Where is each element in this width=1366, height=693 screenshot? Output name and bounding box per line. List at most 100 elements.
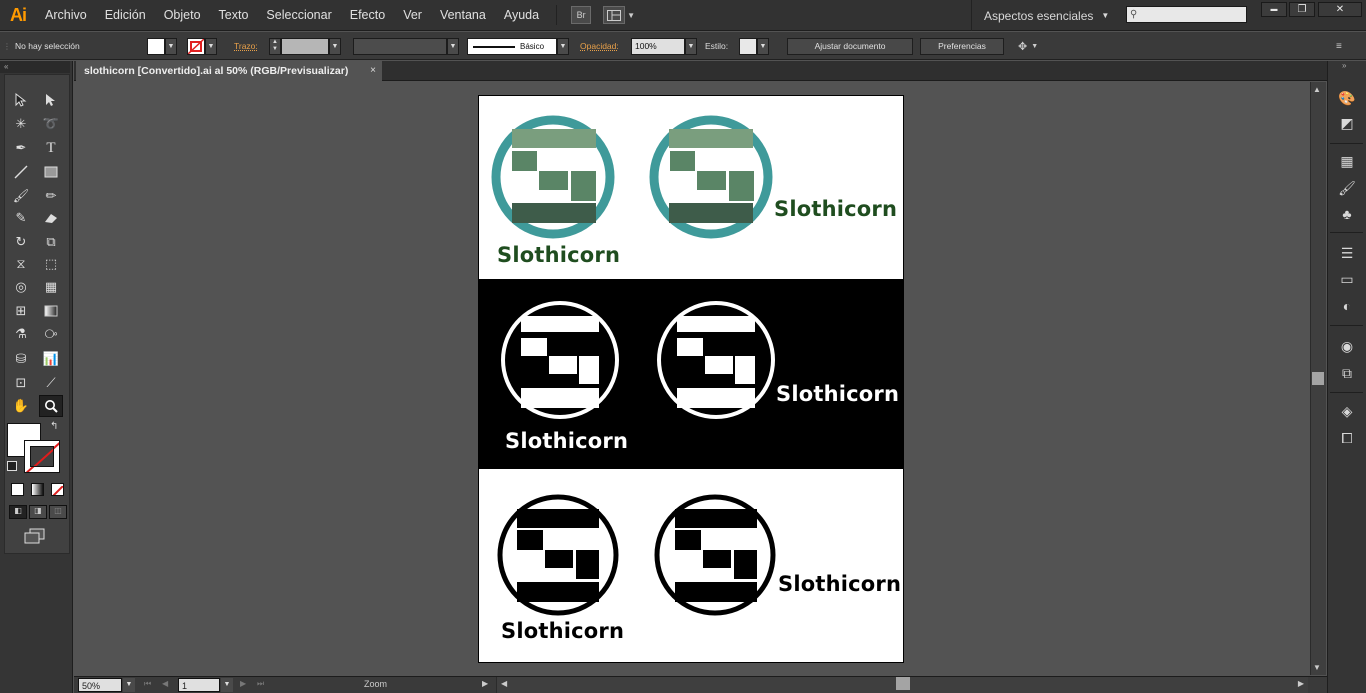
width-tool-icon[interactable]: ⧖	[9, 253, 33, 275]
transparency-panel-icon[interactable]: ◐	[1335, 295, 1359, 317]
stroke-weight-stepper[interactable]: ▲ ▼	[269, 37, 281, 55]
stroke-weight-control[interactable]: ▲ ▼ ▼	[269, 32, 341, 60]
zoom-level-field[interactable]: 50%	[78, 678, 122, 692]
chevron-down-icon[interactable]: ▼	[757, 37, 769, 55]
close-button[interactable]: ✕	[1318, 2, 1362, 17]
rectangle-tool-icon[interactable]	[39, 161, 63, 183]
wordmark-color-2[interactable]: Slothicorn	[774, 197, 897, 221]
pen-tool-icon[interactable]: ✒	[9, 137, 33, 159]
draw-inside-icon[interactable]: ◫	[49, 505, 67, 519]
symbol-sprayer-tool-icon[interactable]: ⛁	[9, 348, 33, 370]
previous-artboard-icon[interactable]: ◀	[162, 679, 168, 688]
gradient-panel-icon[interactable]: ▭	[1335, 268, 1359, 290]
wordmark-inverse-2[interactable]: Slothicorn	[776, 382, 899, 406]
menu-seleccionar[interactable]: Seleccionar	[257, 0, 340, 31]
gradient-mode-icon[interactable]	[31, 483, 44, 496]
workspace-switcher[interactable]: Aspectos esenciales ▼	[971, 0, 1109, 31]
eraser-tool-icon[interactable]	[39, 207, 63, 229]
scroll-right-icon[interactable]: ▶	[1298, 679, 1304, 688]
document-tab[interactable]: slothicorn [Convertido].ai al 50% (RGB/P…	[76, 61, 382, 81]
slice-tool-icon[interactable]: ⟋	[39, 372, 63, 394]
symbols-panel-icon[interactable]: ♣	[1335, 203, 1359, 225]
chevron-down-icon[interactable]: ▼	[627, 11, 635, 20]
style-control[interactable]: ▼	[739, 32, 769, 60]
arrange-icon[interactable]: ✥ ▼	[1018, 32, 1038, 60]
screen-mode-icon[interactable]	[24, 528, 46, 549]
status-menu-icon[interactable]: ▶	[482, 679, 488, 688]
appearance-panel-icon[interactable]: ◉	[1335, 335, 1359, 357]
chevron-down-icon[interactable]: ▼	[557, 37, 569, 55]
selection-tool-icon[interactable]	[9, 89, 33, 111]
chevron-down-icon[interactable]: ▼	[329, 37, 341, 55]
zoom-tool-icon[interactable]	[39, 395, 63, 417]
fill-swatch[interactable]	[147, 37, 165, 55]
artboard[interactable]: Slothicorn Slothicorn Slothicorn Slothic…	[478, 95, 904, 663]
wordmark-inverse-1[interactable]: Slothicorn	[505, 429, 628, 453]
dock-collapse-icon[interactable]: »	[1342, 61, 1346, 70]
line-tool-icon[interactable]	[9, 161, 33, 183]
column-graph-tool-icon[interactable]: 📊	[39, 348, 63, 370]
opacity-control[interactable]: 100% ▼	[631, 32, 697, 60]
eyedropper-tool-icon[interactable]: ⚗	[9, 323, 33, 345]
vertical-scroll-thumb[interactable]	[1312, 372, 1324, 385]
magic-wand-tool-icon[interactable]: ✳	[9, 113, 33, 135]
draw-behind-icon[interactable]: ◨	[29, 505, 47, 519]
brush-definition-field[interactable]: Básico	[467, 37, 557, 55]
gradient-tool-icon[interactable]	[39, 300, 63, 322]
arrange-documents-icon[interactable]	[603, 6, 626, 24]
variable-width-control[interactable]: ▼	[353, 32, 459, 60]
color-panel-icon[interactable]: 🎨	[1335, 87, 1359, 109]
chevron-down-icon[interactable]: ▼	[205, 37, 217, 55]
stroke-swatch[interactable]	[187, 37, 205, 55]
opacity-field[interactable]: 100%	[631, 37, 685, 55]
restore-button[interactable]: ❐	[1289, 2, 1315, 17]
chevron-down-icon[interactable]: ▼	[165, 37, 177, 55]
scale-tool-icon[interactable]: ⧉	[39, 231, 63, 253]
fill-control[interactable]: ▼	[147, 32, 177, 60]
mesh-tool-icon[interactable]: ⊞	[9, 300, 33, 322]
perspective-grid-tool-icon[interactable]: ▦	[39, 276, 63, 298]
color-guide-icon[interactable]: ◩	[1335, 112, 1359, 134]
chevron-down-icon[interactable]: ▼	[221, 678, 233, 692]
menu-ayuda[interactable]: Ayuda	[495, 0, 548, 31]
graphic-styles-panel-icon[interactable]: ⧉	[1335, 362, 1359, 384]
free-transform-tool-icon[interactable]: ⬚	[39, 253, 63, 275]
blob-brush-tool-icon[interactable]: ✎	[9, 207, 33, 229]
wordmark-mono-2[interactable]: Slothicorn	[778, 572, 901, 596]
wordmark-mono-1[interactable]: Slothicorn	[501, 619, 624, 643]
panel-menu-icon[interactable]: ≡	[1336, 32, 1342, 60]
none-mode-icon[interactable]	[51, 483, 64, 496]
last-artboard-icon[interactable]: ⏭	[257, 679, 264, 689]
menu-archivo[interactable]: Archivo	[36, 0, 96, 31]
menu-edicion[interactable]: Edición	[96, 0, 155, 31]
stroke-label[interactable]: Trazo:	[234, 32, 258, 60]
layers-panel-icon[interactable]: ◈	[1335, 400, 1359, 422]
swap-fill-stroke-icon[interactable]: ↰	[50, 421, 58, 432]
wordmark-color-1[interactable]: Slothicorn	[497, 243, 620, 267]
stroke-control[interactable]: ▼	[187, 32, 217, 60]
preferences-button[interactable]: Preferencias	[920, 37, 1004, 55]
lasso-tool-icon[interactable]: ➰	[39, 113, 63, 135]
menu-ventana[interactable]: Ventana	[431, 0, 495, 31]
next-artboard-icon[interactable]: ▶	[240, 679, 246, 688]
blend-tool-icon[interactable]: ⧂	[39, 323, 63, 345]
type-tool-icon[interactable]: T	[39, 137, 63, 159]
swatches-panel-icon[interactable]: ▦	[1335, 150, 1359, 172]
stroke-weight-field[interactable]	[281, 37, 329, 55]
paintbrush-tool-icon[interactable]: 🖌	[9, 185, 33, 207]
chevron-down-icon[interactable]: ▼	[685, 37, 697, 55]
direct-selection-tool-icon[interactable]	[39, 89, 63, 111]
opacity-label[interactable]: Opacidad:	[580, 32, 619, 60]
bridge-button[interactable]: Br	[571, 6, 592, 24]
style-swatch[interactable]	[739, 37, 757, 55]
scroll-up-icon[interactable]: ▲	[1313, 85, 1321, 94]
chevron-down-icon[interactable]: ▼	[123, 678, 135, 692]
menu-ver[interactable]: Ver	[394, 0, 431, 31]
menu-efecto[interactable]: Efecto	[341, 0, 394, 31]
fit-document-button[interactable]: Ajustar documento	[787, 37, 913, 55]
artboard-tool-icon[interactable]: ⊡	[9, 372, 33, 394]
scroll-down-icon[interactable]: ▼	[1313, 663, 1321, 672]
shape-builder-tool-icon[interactable]: ◎	[9, 276, 33, 298]
artboard-number-field[interactable]: 1	[178, 678, 220, 692]
menu-objeto[interactable]: Objeto	[155, 0, 210, 31]
